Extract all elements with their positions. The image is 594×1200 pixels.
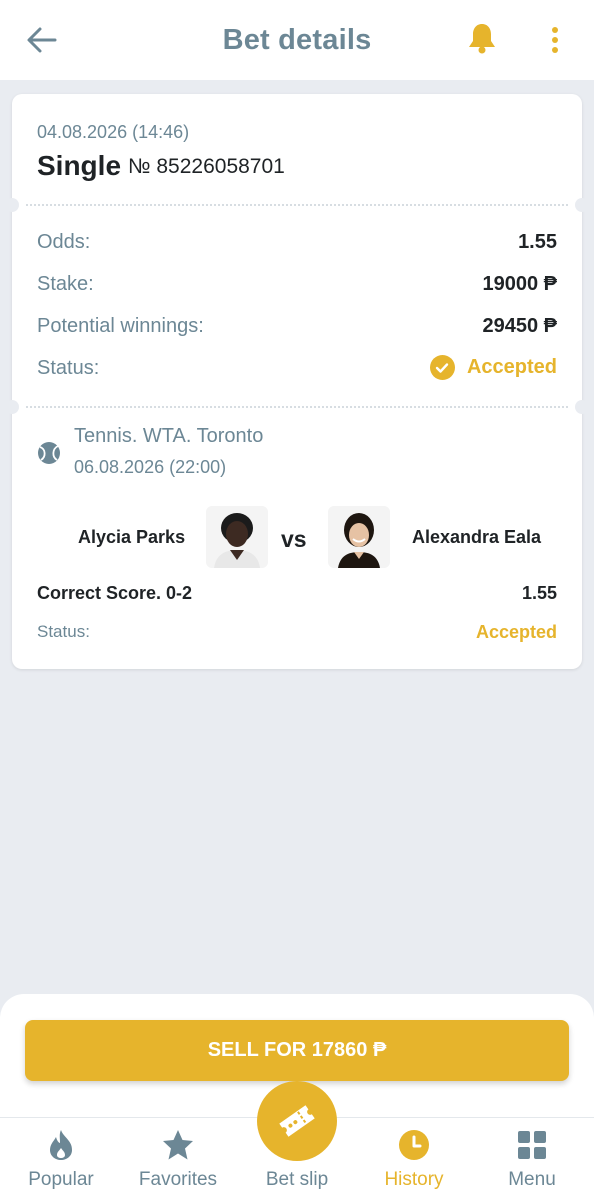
event-status-value: Accepted — [475, 622, 557, 642]
notifications-button[interactable] — [462, 18, 502, 58]
page-title: Bet details — [222, 23, 372, 56]
nav-item-menu[interactable]: Menu — [477, 1128, 587, 1194]
divider — [26, 406, 568, 408]
odds-label: Odds: — [37, 231, 91, 253]
bet-number: № 85226058701 — [128, 155, 285, 178]
market-label: Correct Score. 0-2 — [37, 583, 193, 603]
status-badge: Accepted — [429, 355, 557, 380]
odds-value: 1.55 — [518, 231, 557, 253]
player2-avatar — [328, 506, 390, 568]
bet-type: Single — [37, 150, 122, 181]
event-status-label: Status: — [37, 622, 90, 641]
more-vertical-icon — [552, 27, 558, 53]
potential-winnings-value: 29450 ₱ — [482, 315, 557, 337]
nav-item-favorites[interactable]: Favorites — [123, 1128, 233, 1194]
bet-date: 04.08.2026 (14:46) — [37, 122, 190, 142]
player1-avatar — [206, 506, 268, 568]
ticket-icon — [279, 1105, 315, 1137]
nav-item-popular[interactable]: Popular — [6, 1128, 116, 1194]
app-header: Bet details — [0, 0, 594, 80]
bell-icon — [469, 24, 495, 54]
arrow-left-icon — [27, 27, 57, 53]
ticket-notch — [575, 400, 589, 414]
divider — [26, 204, 568, 206]
bet-slip-button[interactable] — [257, 1081, 337, 1161]
event-league: Tennis. WTA. Toronto — [74, 425, 264, 447]
nav-item-history[interactable]: History — [359, 1128, 469, 1194]
stake-label: Stake: — [37, 273, 94, 295]
bet-card: 04.08.2026 (14:46) Single № 85226058701 … — [5, 94, 589, 669]
more-options-button[interactable] — [540, 20, 570, 60]
nav-label-bet-slip: Bet slip — [265, 1169, 329, 1190]
nav-label-popular: Popular — [28, 1169, 94, 1190]
nav-label-favorites: Favorites — [138, 1169, 218, 1190]
market-odds: 1.55 — [521, 583, 557, 603]
status-value: Accepted — [466, 356, 557, 378]
ticket-notch — [5, 198, 19, 212]
grid-icon — [518, 1131, 546, 1159]
event-date: 06.08.2026 (22:00) — [74, 457, 227, 477]
sell-button[interactable]: SELL FOR 17860 ₱ — [25, 1020, 569, 1081]
ticket-notch — [575, 198, 589, 212]
nav-label-menu: Menu — [508, 1169, 556, 1190]
player1-name: Alycia Parks — [78, 527, 186, 547]
star-icon — [163, 1130, 193, 1160]
stake-value: 19000 ₱ — [482, 273, 557, 295]
flame-icon — [50, 1130, 72, 1160]
nav-label-history: History — [384, 1169, 444, 1190]
tennis-ball-icon — [38, 442, 60, 464]
potential-winnings-label: Potential winnings: — [37, 315, 204, 337]
ticket-notch — [5, 400, 19, 414]
status-label: Status: — [37, 357, 100, 379]
player2-name: Alexandra Eala — [412, 527, 542, 547]
clock-icon — [399, 1130, 429, 1160]
back-button[interactable] — [22, 22, 62, 58]
vs-label: vs — [281, 526, 307, 552]
check-circle-icon — [429, 355, 455, 380]
